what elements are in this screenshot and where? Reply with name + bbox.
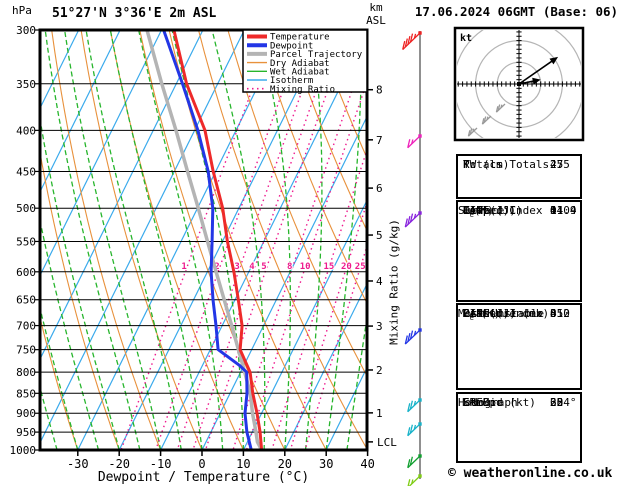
stat-label: CIN (J): [463, 307, 510, 320]
km-tick-label: 6: [376, 182, 383, 195]
stats-panel: Surface Temp (°C) 14.4 Dewp (°C) 11.9 θe(K) 31…: [456, 200, 582, 302]
temperature-tick-label: 40: [360, 457, 374, 471]
stat-label: PW (cm): [463, 158, 510, 171]
legend-label: Mixing Ratio: [270, 85, 335, 95]
temperature-tick-label: 20: [278, 457, 292, 471]
stat-value: 0: [550, 307, 557, 320]
pressure-tick-label: 1000: [10, 444, 37, 457]
km-tick-label: 5: [376, 229, 383, 242]
km-tick-label: 3: [376, 320, 383, 333]
legend: TemperatureDewpointParcel TrajectoryDry …: [242, 29, 368, 95]
sounding-curves: [145, 30, 264, 450]
pressure-tick-label: 600: [16, 266, 36, 279]
panel-row: StmSpd (kt) 30: [458, 396, 563, 410]
wind-barb-half: [486, 116, 489, 121]
mixing-ratio-value: 1: [181, 262, 186, 272]
wet-adiabat-line: [85, 30, 182, 450]
mixing-ratio-value: 5: [261, 262, 266, 272]
mixing-ratio-labels: 1 2 3 4 5 8 10 15 20 25: [180, 261, 366, 273]
mixing-ratio-value: 25: [355, 262, 366, 272]
temperature-tick-label: -10: [150, 457, 172, 471]
lcl-label: LCL: [377, 436, 397, 449]
pressure-tick-label: 900: [16, 407, 36, 420]
wet-adiabat-line: [211, 30, 266, 450]
temperature-tick-label: 10: [236, 457, 250, 471]
pressure-unit-label: hPa: [12, 4, 32, 17]
station-title: 51°27'N 3°36'E 2m ASL: [52, 6, 217, 21]
hodograph-panel: kt: [453, 26, 585, 142]
pressure-tick-label: 950: [16, 426, 36, 439]
pressure-tick-label: 450: [16, 165, 36, 178]
altitude-unit-label: km ASL: [366, 1, 386, 27]
temperature-tick-label: 0: [198, 457, 205, 471]
pressure-tick-label: 750: [16, 344, 36, 357]
run-datetime: 17.06.2024 06GMT (Base: 06): [414, 4, 619, 19]
stat-label: StmSpd (kt): [463, 396, 536, 409]
temperature-tick-label: 30: [319, 457, 333, 471]
wet-adiabat-line: [63, 30, 162, 450]
hodograph-unit-label: kt: [460, 33, 472, 44]
pressure-tick-label: 300: [16, 24, 36, 37]
pressure-tick-labels: 300 350 400 450 500 550 600 650 700 750 800 850 900 9…: [10, 24, 40, 457]
km-tick-label: 4: [376, 275, 383, 288]
pressure-tick-label: 350: [16, 78, 36, 91]
mixing-ratio-value: 10: [300, 262, 311, 272]
pressure-tick-label: 550: [16, 235, 36, 248]
stats-panel: Most Unstable Pressure (mb) 850 θe (K) 312 Li…: [456, 303, 582, 390]
mixing-ratio-value: 3: [234, 262, 239, 272]
stat-value: 30: [550, 396, 564, 409]
wind-barb-full: [407, 479, 411, 486]
pressure-tick-label: 400: [16, 124, 36, 137]
dry-adiabat-line: [40, 149, 120, 450]
pressure-tick-label: 850: [16, 387, 36, 400]
km-tick-label: 8: [376, 84, 383, 97]
km-tick-label: 7: [376, 134, 383, 147]
pressure-tick-label: 700: [16, 320, 36, 333]
temperature-axis-title: Dewpoint / Temperature (°C): [98, 470, 309, 485]
pressure-tick-label: 650: [16, 294, 36, 307]
skewt-sounding-page: 1 2 3 4 5 8 10 15 20 25 Temperature Dewpoint Parcel …: [0, 0, 629, 486]
copyright-credit: © weatheronline.co.uk: [448, 466, 613, 481]
temperature-tick-label: -20: [108, 457, 130, 471]
panel-row: CIN (J) 0: [458, 204, 557, 218]
mixing-ratio-value: 15: [324, 262, 335, 272]
wind-barb-column: [402, 31, 422, 486]
km-tick-label: 2: [376, 364, 383, 377]
stats-panel: K 25 Totals Totals 47 PW (cm) 2.5: [456, 154, 582, 199]
temperature-tick-label: -30: [67, 457, 89, 471]
mixing-ratio-axis-label: Mixing Ratio (g/kg): [387, 219, 401, 345]
wind-barb-half: [472, 128, 475, 133]
stat-value: 0: [550, 204, 557, 217]
wet-adiabat-line: [138, 30, 224, 450]
temperature-axis: -30 -20 -10 0 10 20 30 40 Dewpoint / Temperature…: [67, 450, 375, 485]
km-tick-label: 1: [376, 407, 383, 420]
pressure-tick-label: 500: [16, 202, 36, 215]
panel-row: PW (cm) 2.5: [458, 158, 570, 172]
wind-barb-half: [500, 104, 503, 109]
mixing-ratio-value: 20: [341, 262, 352, 272]
panel-row: CIN (J) 0: [458, 307, 557, 321]
stat-label: CIN (J): [463, 204, 510, 217]
stats-panel: Hodograph EH 22 SREH 68 StmDir 254° StmSpd (kt)…: [456, 392, 582, 463]
pressure-tick-label: 800: [16, 366, 36, 379]
parcel-trajectory-curve: [145, 30, 264, 450]
mixing-ratio-value: 4: [249, 262, 255, 272]
mixing-ratio-value: 8: [287, 262, 292, 272]
stat-value: 2.5: [550, 158, 570, 171]
